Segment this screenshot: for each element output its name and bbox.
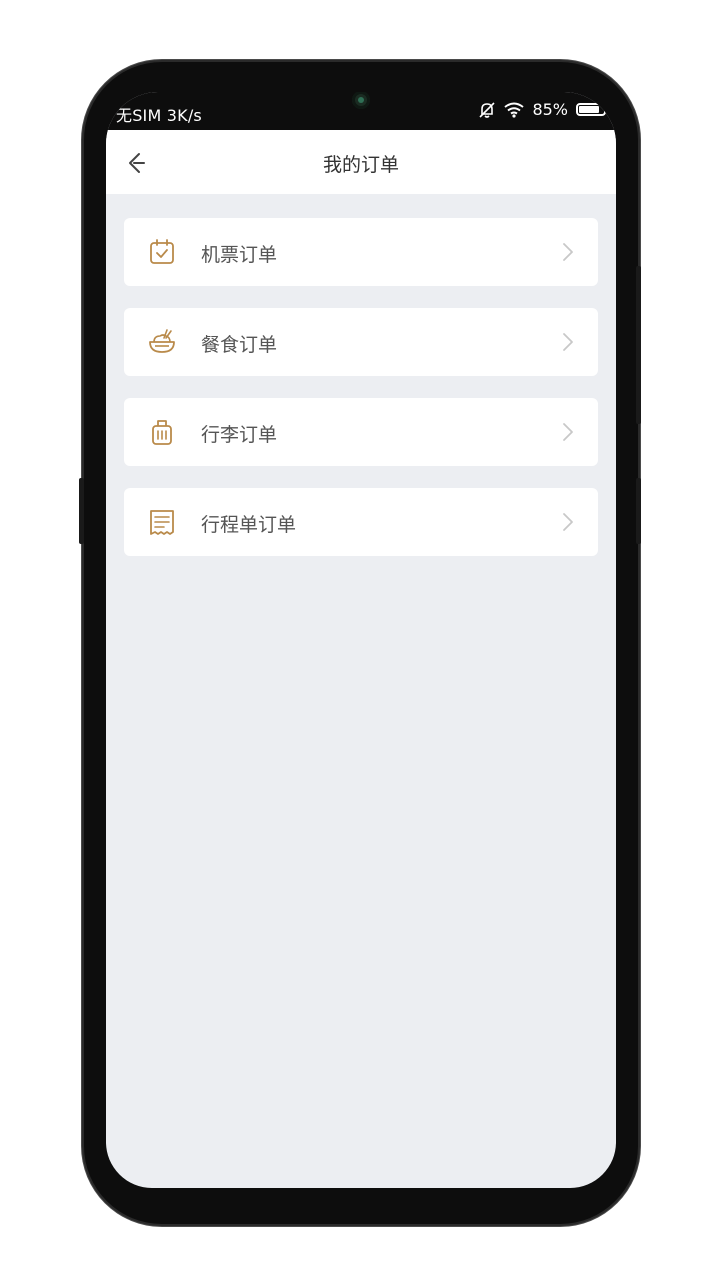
- order-item-luggage[interactable]: 行李订单: [124, 398, 598, 466]
- status-icons: 85%: [478, 100, 609, 119]
- order-item-meal[interactable]: 餐食订单: [124, 308, 598, 376]
- chevron-right-icon: [563, 513, 573, 531]
- battery-percent: 85%: [532, 100, 568, 119]
- battery-fill: [579, 106, 600, 113]
- luggage-icon: [152, 420, 172, 445]
- receipt-icon: [150, 510, 174, 535]
- chevron-right-icon: [563, 333, 573, 351]
- page-title: 我的订单: [322, 154, 399, 176]
- carrier-speed: 无SIM 3K/s: [116, 106, 202, 125]
- volume-button: [79, 478, 84, 544]
- order-item-label: 机票订单: [201, 244, 278, 266]
- status-bar: 无SIM 3K/s 85%: [106, 92, 616, 130]
- power-button: [636, 478, 641, 544]
- meal-bowl-icon: [149, 329, 175, 353]
- order-list: 机票订单 餐食订单 行李订单 行程单订单: [124, 218, 598, 578]
- side-button: [636, 266, 641, 424]
- calendar-check-icon: [150, 239, 174, 264]
- chevron-right-icon: [563, 423, 573, 441]
- chevron-right-icon: [563, 243, 573, 261]
- nav-bar: 我的订单: [106, 130, 616, 194]
- screen: 无SIM 3K/s 85% 我的订单 机票订单 餐食订单 行李订单 行程单订单: [106, 92, 616, 1188]
- mute-bell-icon: [479, 101, 496, 118]
- battery-icon: [576, 103, 609, 116]
- order-item-label: 行程单订单: [201, 514, 297, 536]
- order-item-label: 行李订单: [201, 424, 278, 446]
- order-item-itinerary[interactable]: 行程单订单: [124, 488, 598, 556]
- order-item-label: 餐食订单: [201, 334, 278, 356]
- order-item-flight[interactable]: 机票订单: [124, 218, 598, 286]
- wifi-icon: [504, 102, 525, 118]
